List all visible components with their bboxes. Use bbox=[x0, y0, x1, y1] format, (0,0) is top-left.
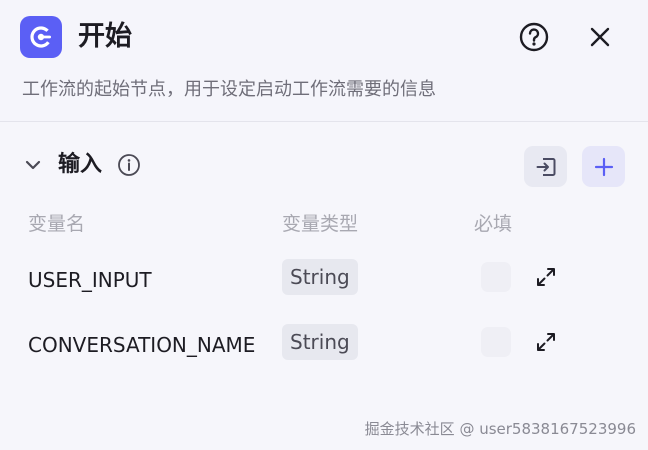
help-button[interactable] bbox=[517, 20, 551, 54]
question-icon bbox=[519, 22, 549, 52]
plus-icon bbox=[594, 157, 613, 176]
add-variable-button[interactable] bbox=[582, 146, 625, 187]
close-icon bbox=[590, 27, 610, 47]
chevron-down-icon bbox=[25, 160, 41, 170]
column-header-name: 变量名 bbox=[28, 213, 86, 235]
variable-name: USER_INPUT bbox=[28, 268, 152, 292]
start-node-icon bbox=[20, 16, 62, 58]
section-title-input: 输入 bbox=[58, 152, 103, 177]
required-checkbox[interactable] bbox=[481, 262, 511, 292]
watermark: 掘金技术社区 @ user5838167523996 bbox=[364, 420, 636, 438]
import-icon bbox=[536, 157, 555, 176]
start-node-panel: 开始 工作流的起始节点，用于设定启动工作流需要的信息 输入 变量名 变量类型 必… bbox=[0, 0, 648, 450]
expand-icon bbox=[537, 333, 555, 351]
variable-name: CONVERSATION_NAME bbox=[28, 333, 256, 357]
table-row: USER_INPUT String bbox=[0, 259, 648, 303]
expand-icon bbox=[537, 268, 555, 286]
import-variables-button[interactable] bbox=[524, 146, 567, 187]
table-row: CONVERSATION_NAME String bbox=[0, 324, 648, 368]
expand-button[interactable] bbox=[533, 264, 559, 290]
variable-type-tag[interactable]: String bbox=[282, 259, 358, 295]
variable-type-tag[interactable]: String bbox=[282, 324, 358, 360]
column-header-type: 变量类型 bbox=[282, 213, 359, 235]
section-collapse-toggle[interactable] bbox=[22, 154, 44, 176]
close-button[interactable] bbox=[583, 20, 617, 54]
panel-header: 开始 工作流的起始节点，用于设定启动工作流需要的信息 bbox=[0, 0, 648, 122]
info-icon[interactable] bbox=[117, 153, 141, 177]
node-description: 工作流的起始节点，用于设定启动工作流需要的信息 bbox=[22, 79, 436, 100]
node-title: 开始 bbox=[78, 21, 132, 52]
expand-button[interactable] bbox=[533, 329, 559, 355]
column-header-required: 必填 bbox=[474, 213, 513, 235]
required-checkbox[interactable] bbox=[481, 327, 511, 357]
